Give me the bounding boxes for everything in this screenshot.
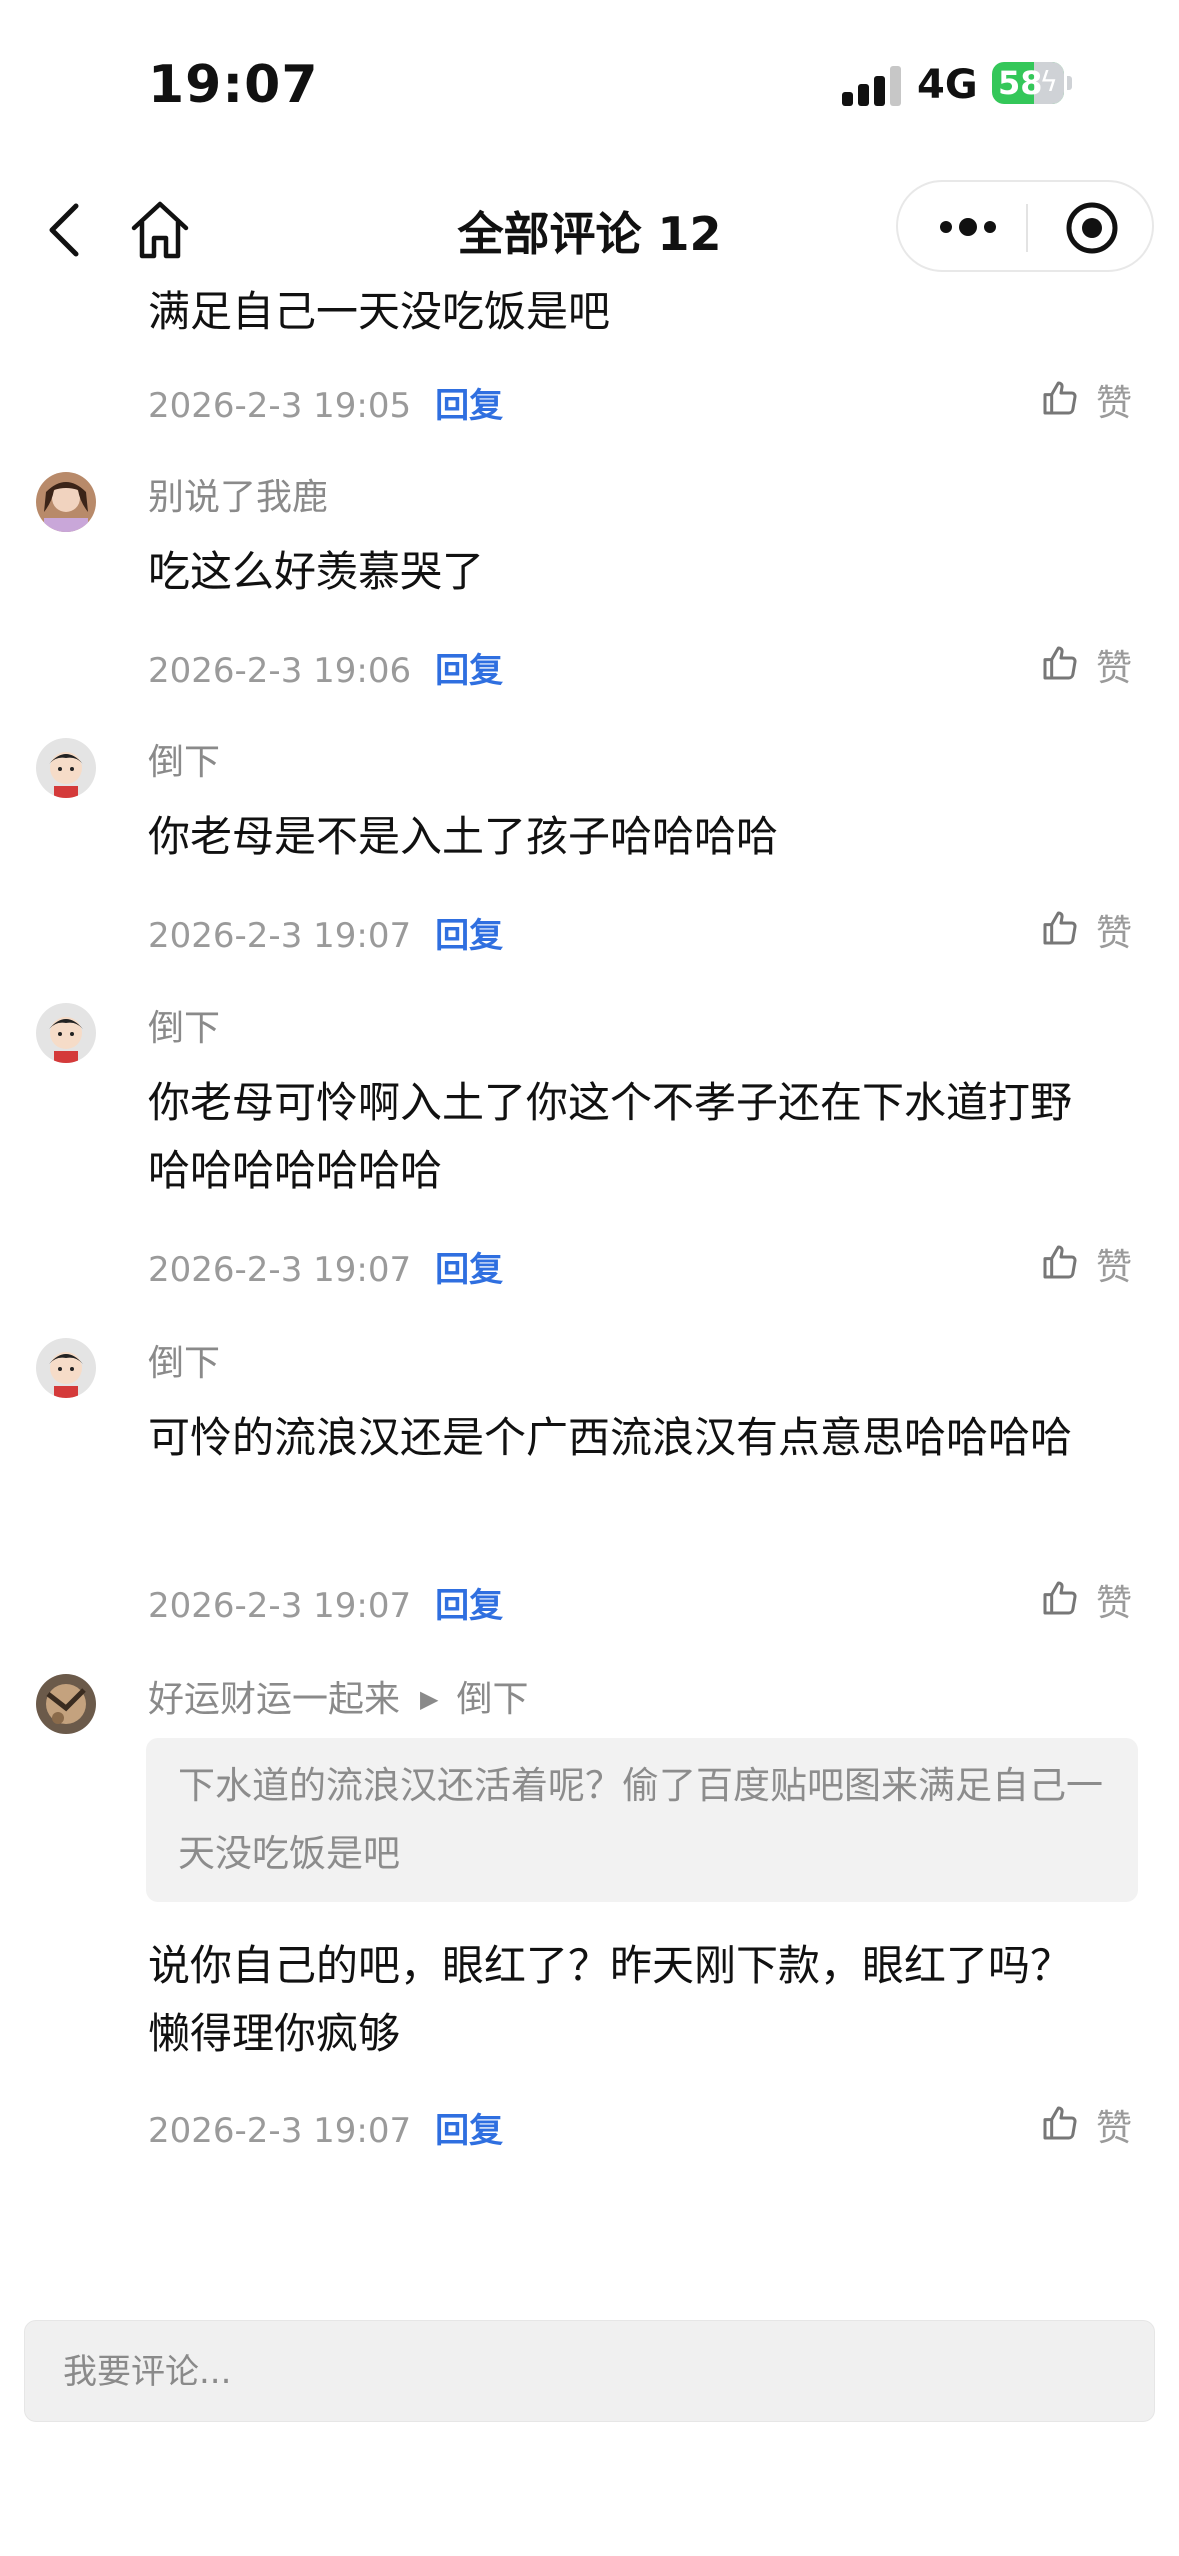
comment-time: 2026-2-3 19:07 [148,2111,412,2151]
reply-arrow-icon: ▶ [420,1685,439,1713]
comment-time: 2026-2-3 19:06 [148,651,412,691]
like-label: 赞 [1096,383,1133,424]
thumbs-up-icon [1043,2106,1077,2140]
author-name[interactable]: 好运财运一起来 [148,1679,400,1720]
target-circle-icon [1066,202,1118,254]
like-label: 赞 [1096,648,1133,689]
comment-text: 你老母是不是入土了孩子哈哈哈哈 [148,812,779,861]
reply-button[interactable]: 回复 [435,2111,503,2151]
like-button[interactable]: 赞 [1040,904,1160,954]
like-button[interactable]: 赞 [1040,1574,1160,1624]
reply-target-name[interactable]: 倒下 [456,1679,528,1720]
comment-meta: 2026-2-3 19:07 回复 [148,2103,503,2152]
thumbs-up-icon [1043,911,1077,945]
signal-icon [842,66,902,106]
comment-input[interactable] [61,2321,1125,2423]
like-button[interactable]: 赞 [1040,374,1160,424]
battery-icon: 58 ϟ [992,62,1064,104]
like-label: 赞 [1096,1247,1133,1288]
comment-meta: 2026-2-3 19:06 回复 [148,643,503,692]
close-button[interactable] [1064,200,1120,256]
reply-button[interactable]: 回复 [435,651,503,691]
comment-author[interactable]: 倒下 [148,999,220,1051]
avatar[interactable] [36,1674,96,1734]
like-label: 赞 [1096,1583,1133,1624]
mini-program-capsule [896,180,1154,272]
avatar[interactable] [36,1003,96,1063]
comment-author[interactable]: 倒下 [148,1334,220,1386]
like-label: 赞 [1096,2108,1133,2149]
thumbs-up-icon [1043,646,1077,680]
avatar[interactable] [36,738,96,798]
more-button[interactable] [936,212,1000,242]
comment-time: 2026-2-3 19:07 [148,1586,412,1626]
comment-author[interactable]: 倒下 [148,733,220,785]
like-label: 赞 [1096,913,1133,954]
comment-text: 可怜的流浪汉还是个广西流浪汉有点意思哈哈哈哈 [148,1413,1073,1462]
quoted-comment[interactable]: 下水道的流浪汉还活着呢？偷了百度贴吧图来满足自己一天没吃饭是吧 [146,1738,1138,1902]
network-type: 4G [917,62,978,108]
comment-text: 说你自己的吧，眼红了？昨天刚下款，眼红了吗？懒得理你疯够 [148,1941,1073,2058]
comment-meta: 2026-2-3 19:07 回复 [148,908,503,957]
comment-time: 2026-2-3 19:07 [148,1250,412,1290]
more-dots-icon [940,218,996,236]
reply-button[interactable]: 回复 [435,1586,503,1626]
avatar[interactable] [36,472,96,532]
comment-text: 你老母可怜啊入土了你这个不孝子还在下水道打野哈哈哈哈哈哈哈 [148,1078,1073,1195]
thumbs-up-icon [1043,1245,1077,1279]
comment-author[interactable]: 别说了我鹿 [148,468,328,520]
thumbs-up-icon [1043,381,1077,415]
comment-text: 吃这么好羡慕哭了 [148,547,485,596]
status-bar: 19:07 4G 58 ϟ [0,0,1179,170]
comment-meta: 2026-2-3 19:05 回复 [148,378,503,427]
avatar[interactable] [36,1338,96,1398]
thumbs-up-icon [1043,1581,1077,1615]
charging-bolt-icon: ϟ [1039,65,1058,98]
reply-button[interactable]: 回复 [435,1250,503,1290]
comment-meta: 2026-2-3 19:07 回复 [148,1242,503,1291]
like-button[interactable]: 赞 [1040,2099,1160,2149]
comment-meta: 2026-2-3 19:07 回复 [148,1578,503,1627]
reply-button[interactable]: 回复 [435,386,503,426]
comment-time: 2026-2-3 19:05 [148,386,412,426]
like-button[interactable]: 赞 [1040,639,1160,689]
comment-author: 好运财运一起来 ▶ 倒下 [148,1670,529,1722]
reply-button[interactable]: 回复 [435,916,503,956]
like-button[interactable]: 赞 [1040,1238,1160,1288]
comment-input-bar [24,2320,1155,2423]
comment-time: 2026-2-3 19:07 [148,916,412,956]
status-time: 19:07 [148,55,319,115]
navigation-bar: 全部评论 12 [0,170,1179,290]
battery-level: 58 [998,64,1043,102]
